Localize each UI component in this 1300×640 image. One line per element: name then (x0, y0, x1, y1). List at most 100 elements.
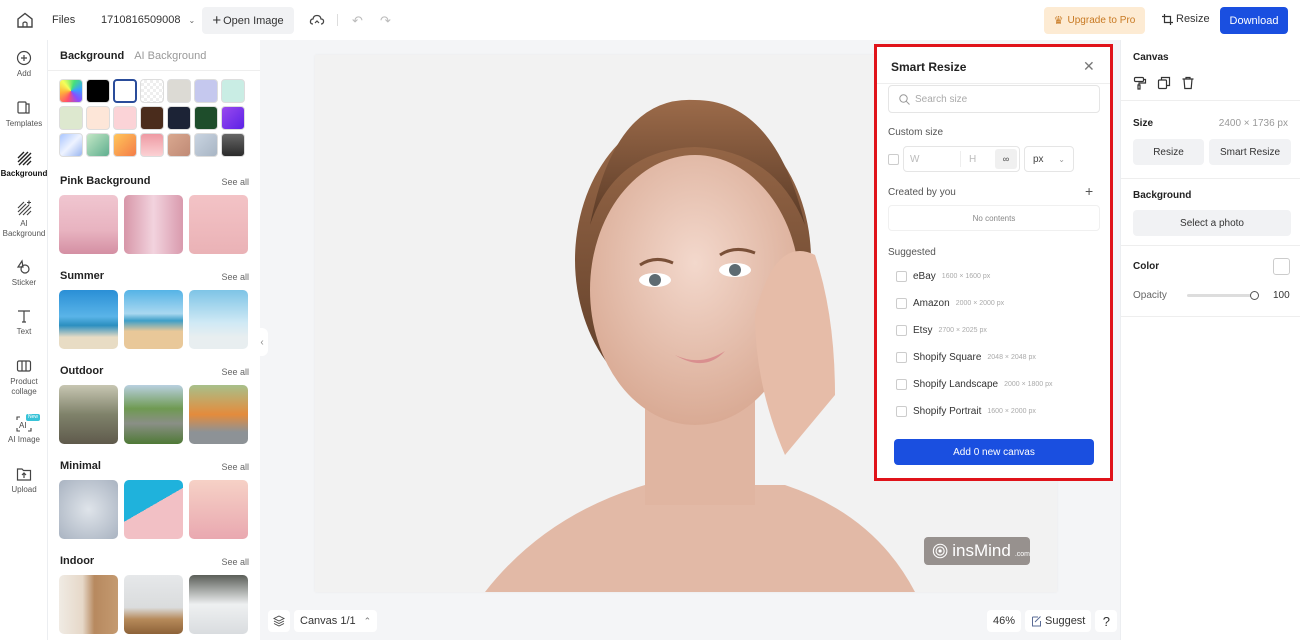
opacity-slider-handle[interactable] (1250, 291, 1259, 300)
search-size-input[interactable]: Search size (888, 85, 1100, 113)
thumb-outdoor-2[interactable] (124, 385, 183, 444)
swatch-mint[interactable] (221, 79, 245, 103)
thumb-pink-3[interactable] (189, 195, 248, 254)
thumb-outdoor-1[interactable] (59, 385, 118, 444)
swatch-forest[interactable] (194, 106, 218, 130)
custom-size-checkbox[interactable] (888, 153, 899, 165)
nav-item-sticker[interactable]: Sticker (0, 259, 48, 288)
thumb-minimal-3[interactable] (189, 480, 248, 539)
width-input[interactable]: W (910, 154, 919, 165)
help-button[interactable]: ? (1095, 610, 1118, 632)
open-image-button[interactable]: + Open Image (202, 7, 294, 34)
thumb-summer-1[interactable] (59, 290, 118, 349)
custom-size-row: W H ∞ px ⌄ (888, 146, 1100, 172)
nav-item-product-collage[interactable]: Product collage (0, 358, 48, 397)
swatch-purple[interactable] (221, 106, 245, 130)
download-button[interactable]: Download (1220, 7, 1288, 34)
swatch-orange-gradient[interactable] (113, 133, 137, 157)
checkbox[interactable] (896, 325, 907, 336)
suggested-item[interactable]: Etsy 2700 × 2025 px (896, 325, 987, 336)
nav-item-upload[interactable]: Upload (0, 466, 48, 495)
unit-select[interactable]: px ⌄ (1024, 146, 1074, 172)
collapse-panel-handle[interactable]: ‹ (256, 328, 268, 356)
layers-button[interactable] (268, 610, 290, 632)
nav-item-add[interactable]: Add (0, 50, 48, 79)
see-all-minimal[interactable]: See all (221, 462, 249, 472)
checkbox[interactable] (896, 379, 907, 390)
color-picker-swatch[interactable] (1273, 258, 1290, 275)
thumb-minimal-2[interactable] (124, 480, 183, 539)
nav-item-templates[interactable]: Templates (0, 100, 48, 129)
suggested-item[interactable]: Amazon 2000 × 2000 px (896, 298, 1004, 309)
swatch-blue-gradient[interactable] (59, 133, 83, 157)
thumb-outdoor-3[interactable] (189, 385, 248, 444)
thumb-indoor-2[interactable] (124, 575, 183, 634)
swatch-transparent[interactable] (140, 79, 164, 103)
see-all-outdoor[interactable]: See all (221, 367, 249, 377)
opacity-slider-track[interactable] (1187, 294, 1255, 297)
thumb-pink-2[interactable] (124, 195, 183, 254)
swatch-white-selected[interactable] (113, 79, 137, 103)
project-name-dropdown[interactable]: 1710816509008 ⌄ (101, 14, 195, 26)
swatch-peach[interactable] (86, 106, 110, 130)
suggest-button[interactable]: Suggest (1025, 610, 1092, 632)
duplicate-icon[interactable] (1157, 76, 1171, 90)
select-photo-button[interactable]: Select a photo (1133, 210, 1291, 236)
nav-item-ai-background[interactable]: AI Background (0, 200, 48, 239)
swatch-black[interactable] (86, 79, 110, 103)
see-all-indoor[interactable]: See all (221, 557, 249, 567)
thumb-indoor-3[interactable] (189, 575, 248, 634)
suggested-item[interactable]: Shopify Landscape 2000 × 1800 px (896, 379, 1053, 390)
files-link[interactable]: Files (52, 14, 75, 26)
swatch-brown[interactable] (140, 106, 164, 130)
add-custom-size-icon[interactable]: + (1085, 183, 1093, 199)
suggested-item[interactable]: Shopify Square 2048 × 2048 px (896, 352, 1036, 363)
smart-resize-panel-button[interactable]: Smart Resize (1209, 139, 1291, 165)
height-input[interactable]: H (969, 154, 976, 165)
zoom-level-button[interactable]: 46% (987, 610, 1021, 632)
thumb-summer-3[interactable] (189, 290, 248, 349)
upgrade-to-pro-button[interactable]: ♛ Upgrade to Pro (1044, 7, 1145, 34)
suggested-item[interactable]: eBay 1600 × 1600 px (896, 271, 990, 282)
thumb-pink-1[interactable] (59, 195, 118, 254)
undo-icon[interactable]: ↶ (352, 13, 363, 29)
checkbox[interactable] (896, 298, 907, 309)
see-all-summer[interactable]: See all (221, 272, 249, 282)
see-all-pink[interactable]: See all (221, 177, 249, 187)
thumb-minimal-1[interactable] (59, 480, 118, 539)
nav-item-text[interactable]: Text (0, 308, 48, 337)
swatch-navy[interactable] (167, 106, 191, 130)
thumb-indoor-1[interactable] (59, 575, 118, 634)
thumb-summer-2[interactable] (124, 290, 183, 349)
tab-ai-background[interactable]: AI Background (134, 50, 206, 62)
swatch-tan-gradient[interactable] (167, 133, 191, 157)
trash-icon[interactable] (1181, 76, 1195, 90)
paint-roller-icon[interactable] (1133, 76, 1147, 90)
swatch-dark-gradient[interactable] (221, 133, 245, 157)
tab-background[interactable]: Background (60, 50, 124, 62)
checkbox[interactable] (896, 352, 907, 363)
add-new-canvas-button[interactable]: Add 0 new canvas (894, 439, 1094, 465)
cloud-sync-icon[interactable] (309, 12, 325, 28)
swatch-lavender[interactable] (194, 79, 218, 103)
nav-item-background[interactable]: Background (0, 146, 48, 179)
suggested-item[interactable]: Shopify Portrait 1600 × 2000 px (896, 406, 1036, 417)
swatch-gray-blue-gradient[interactable] (194, 133, 218, 157)
swatch-rainbow[interactable] (59, 79, 83, 103)
redo-icon[interactable]: ↷ (380, 13, 391, 29)
section-title-pink: Pink Background (60, 175, 151, 187)
swatch-sage[interactable] (59, 106, 83, 130)
swatch-pink[interactable] (113, 106, 137, 130)
link-aspect-icon[interactable]: ∞ (995, 149, 1017, 169)
nav-item-ai-image[interactable]: AI New AI Image (0, 414, 48, 445)
close-icon[interactable]: ✕ (1083, 58, 1095, 75)
checkbox[interactable] (896, 406, 907, 417)
swatch-pink-gradient[interactable] (140, 133, 164, 157)
resize-button[interactable]: Resize (1162, 13, 1210, 25)
home-icon[interactable] (16, 12, 34, 28)
canvas-pager-button[interactable]: Canvas 1/1 ⌃ (294, 610, 378, 632)
checkbox[interactable] (896, 271, 907, 282)
resize-panel-button[interactable]: Resize (1133, 139, 1204, 165)
swatch-green-gradient[interactable] (86, 133, 110, 157)
swatch-light-gray[interactable] (167, 79, 191, 103)
